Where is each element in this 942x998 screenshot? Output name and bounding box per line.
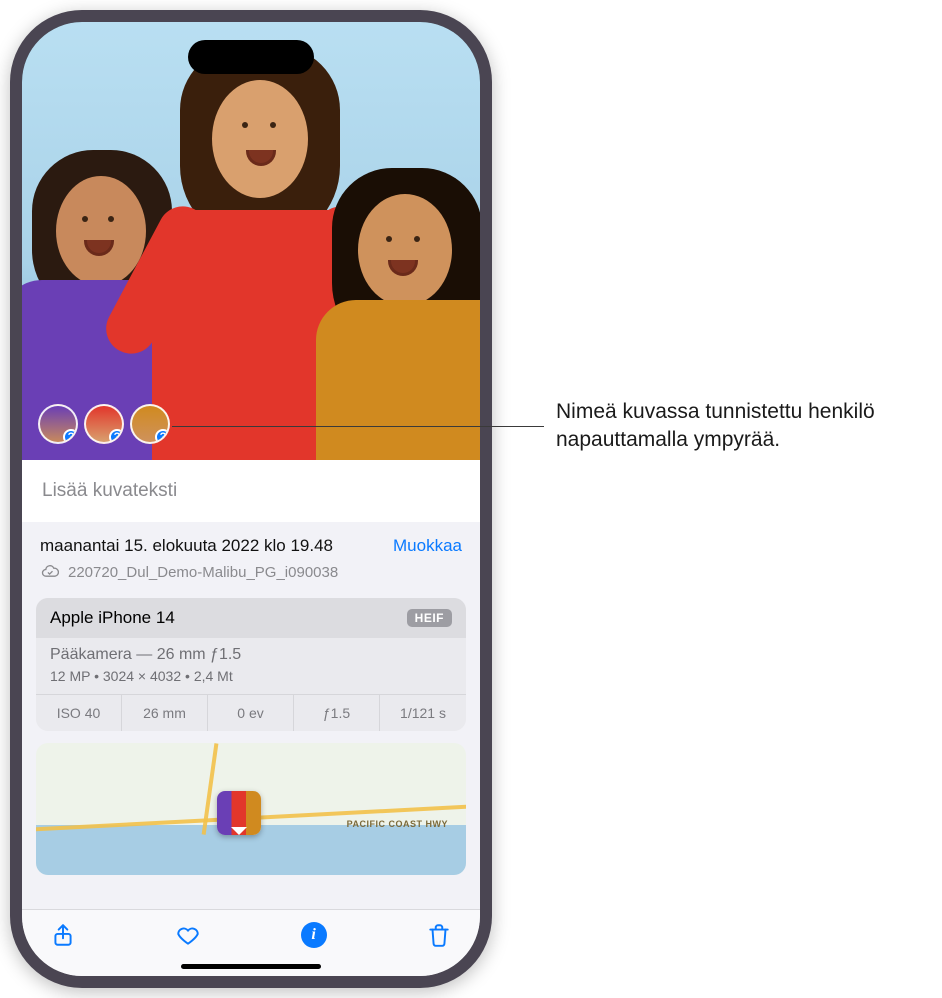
person-tag-2[interactable]: ? xyxy=(84,404,124,444)
image-format-badge: HEIF xyxy=(407,609,452,627)
screen: ? ? ? Lisää kuvateksti maanan xyxy=(22,22,480,976)
metadata-block: maanantai 15. elokuuta 2022 klo 19.48 Mu… xyxy=(22,522,480,592)
dynamic-island xyxy=(188,40,314,74)
callout-text: Nimeä kuvassa tunnistettu henkilö napaut… xyxy=(556,398,936,455)
photo-preview[interactable]: ? ? ? xyxy=(22,22,480,460)
home-indicator[interactable] xyxy=(22,956,480,976)
exif-aperture: ƒ1.5 xyxy=(294,694,380,731)
map-road-label: PACIFIC COAST HWY xyxy=(347,819,448,829)
camera-device: Apple iPhone 14 xyxy=(50,608,175,628)
photo-person-right xyxy=(322,140,480,460)
unknown-person-badge: ? xyxy=(63,429,78,444)
exif-shutter: 1/121 s xyxy=(380,694,466,731)
location-map[interactable]: PACIFIC COAST HWY xyxy=(36,743,466,875)
delete-button[interactable] xyxy=(424,920,454,950)
caption-field[interactable]: Lisää kuvateksti xyxy=(22,460,480,522)
lens-info: Pääkamera — 26 mm ƒ1.5 xyxy=(50,646,452,664)
bottom-toolbar: i xyxy=(22,909,480,956)
photo-datetime: maanantai 15. elokuuta 2022 klo 19.48 xyxy=(40,536,333,556)
unknown-person-badge: ? xyxy=(155,429,170,444)
photo-filename: 220720_Dul_Demo-Malibu_PG_i090038 xyxy=(68,564,338,581)
detected-people-row: ? ? ? xyxy=(38,404,170,444)
exif-ev: 0 ev xyxy=(208,694,294,731)
share-button[interactable] xyxy=(48,920,78,950)
exif-grid: ISO 40 26 mm 0 ev ƒ1.5 1/121 s xyxy=(36,694,466,731)
exif-iso: ISO 40 xyxy=(36,694,122,731)
info-button-active[interactable]: i xyxy=(299,920,329,950)
edit-datetime-button[interactable]: Muokkaa xyxy=(393,536,462,556)
caption-placeholder: Lisää kuvateksti xyxy=(42,480,177,501)
photo-info-panel: Lisää kuvateksti maanantai 15. elokuuta … xyxy=(22,460,480,976)
unknown-person-badge: ? xyxy=(109,429,124,444)
resolution-info: 12 MP • 3024 × 4032 • 2,4 Mt xyxy=(50,668,452,684)
exif-card[interactable]: Apple iPhone 14 HEIF Pääkamera — 26 mm ƒ… xyxy=(36,598,466,731)
icloud-synced-icon xyxy=(40,562,60,582)
map-photo-pin[interactable] xyxy=(217,791,261,835)
callout-leader-line xyxy=(172,426,544,427)
person-tag-1[interactable]: ? xyxy=(38,404,78,444)
person-tag-3[interactable]: ? xyxy=(130,404,170,444)
exif-focal: 26 mm xyxy=(122,694,208,731)
favorite-button[interactable] xyxy=(173,920,203,950)
info-icon: i xyxy=(301,922,327,948)
phone-frame: ? ? ? Lisää kuvateksti maanan xyxy=(10,10,492,988)
